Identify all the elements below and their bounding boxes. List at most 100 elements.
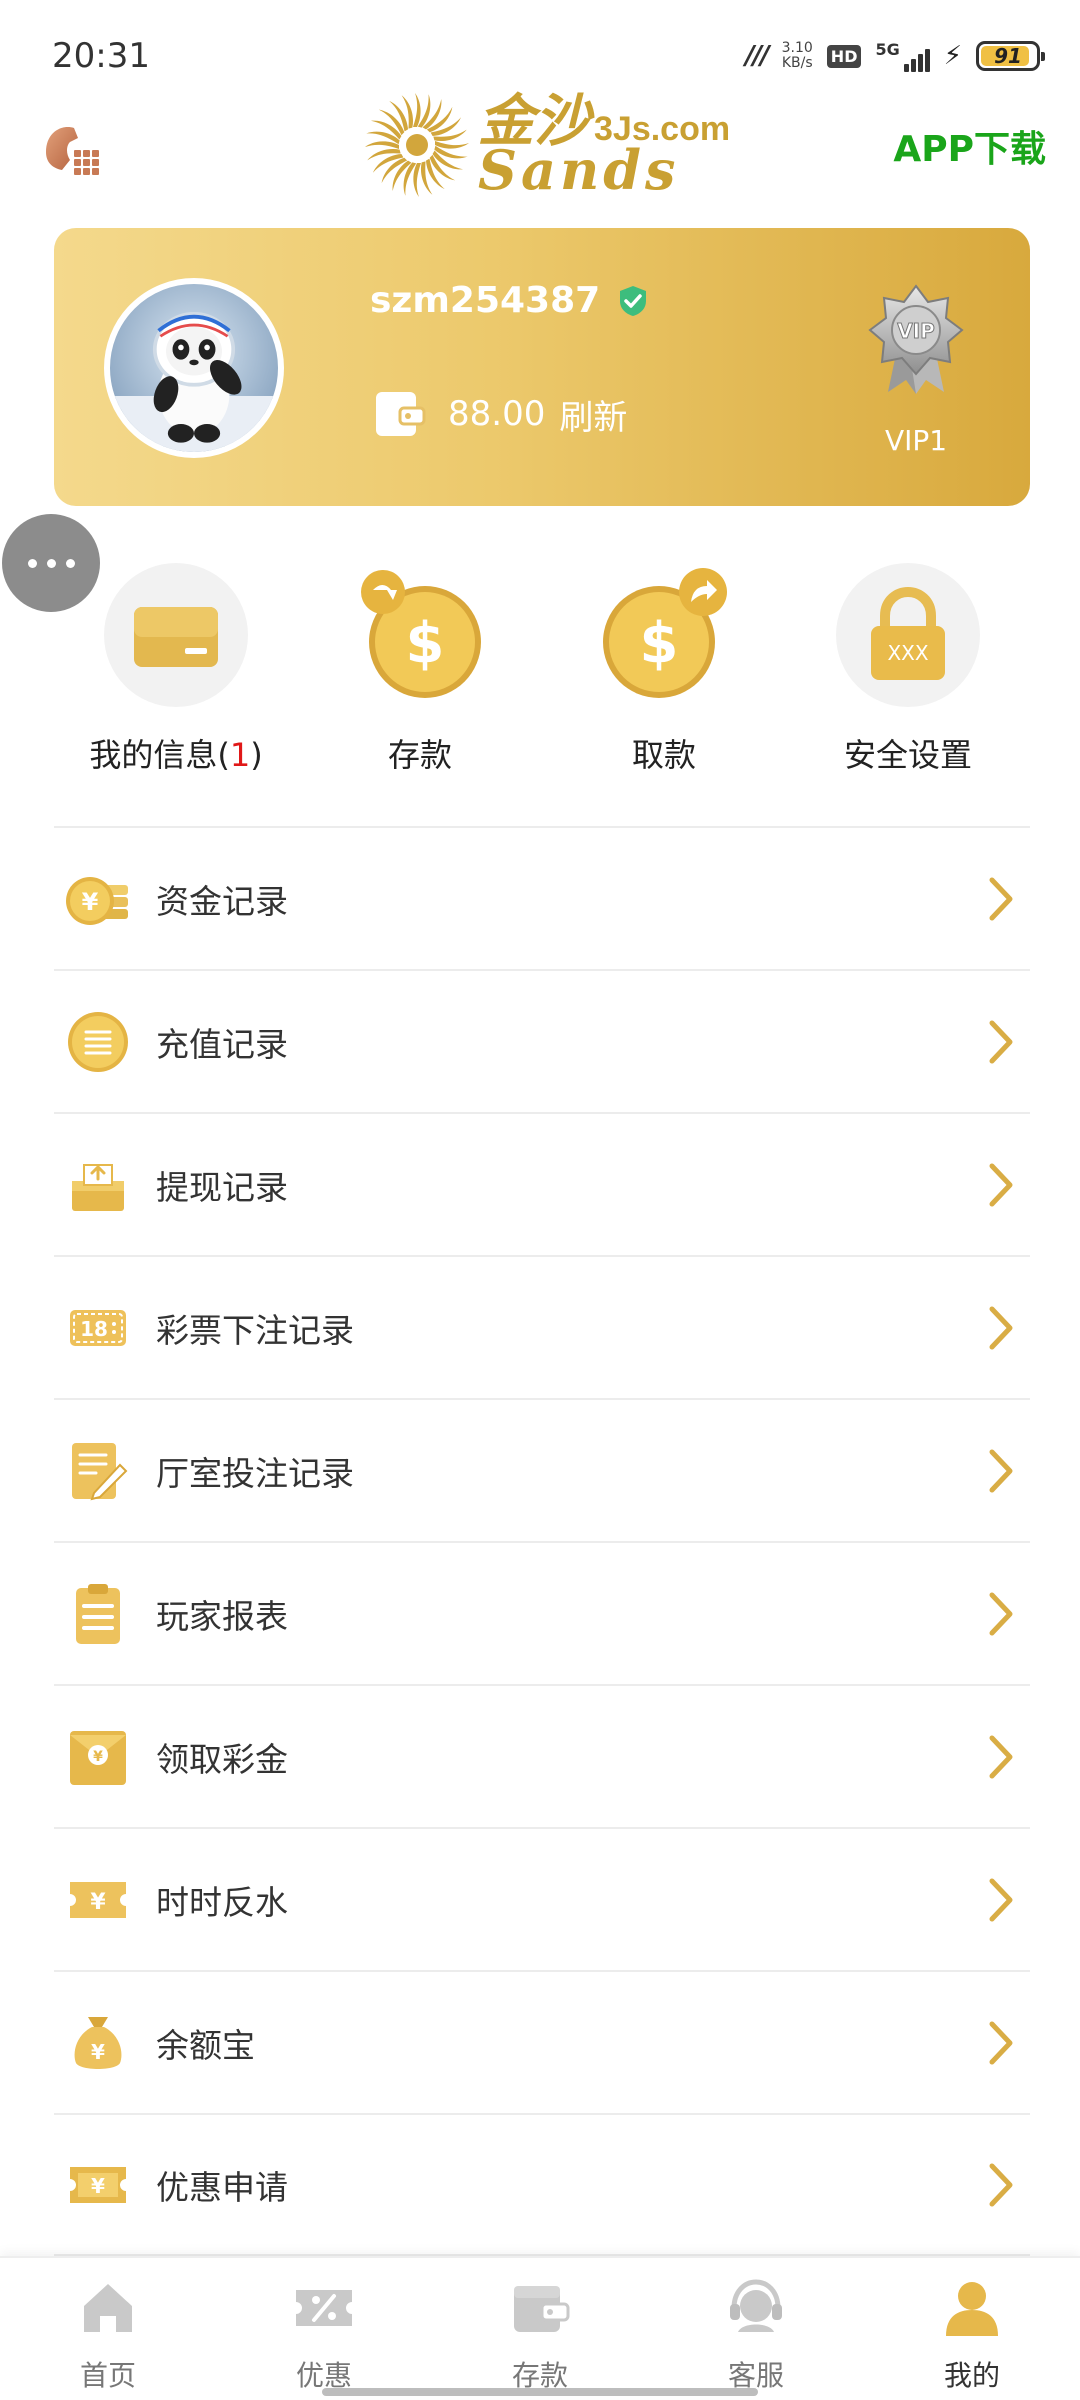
menu-item-label: 余额宝 (156, 2025, 255, 2065)
battery-icon: 91 (976, 41, 1045, 71)
wallet-icon (376, 392, 426, 436)
note-pen-icon (64, 1437, 132, 1505)
chevron-right-icon (989, 1163, 1013, 1206)
coupon-icon: ¥ (64, 2151, 132, 2219)
chevron-right-icon (989, 877, 1013, 920)
deposit-coin-icon: $ (345, 560, 495, 710)
nav-my-account[interactable]: 我的 (864, 2258, 1080, 2400)
battery-level: 91 (994, 44, 1022, 68)
menu-item-withdraw-records[interactable]: 提现记录 (54, 1112, 1030, 1255)
quick-actions: 我的信息(1) $ 存款 $ 取款 XXX 安全设置 (54, 560, 1030, 790)
username: szm254387 (370, 280, 601, 321)
menu-item-label: 领取彩金 (156, 1739, 288, 1779)
vip-badge-icon[interactable]: VIP (866, 284, 966, 394)
nav-label: 我的 (943, 2359, 1000, 2392)
verified-shield-icon (620, 285, 647, 316)
yen-coins-icon: ¥ (64, 865, 132, 933)
quick-action-label: 存款 (387, 736, 452, 774)
menu-item-label: 充值记录 (156, 1024, 288, 1064)
charging-icon: ⚡ (943, 41, 962, 71)
nav-deposit[interactable]: 存款 (432, 2258, 648, 2400)
chevron-right-icon (989, 1592, 1013, 1635)
refresh-button[interactable]: 刷新 (559, 390, 627, 439)
dot-icon (27, 558, 37, 568)
menu-item-claim-bonus[interactable]: ¥ 领取彩金 (54, 1684, 1030, 1827)
menu-item-fund-records[interactable]: ¥ 资金记录 (54, 826, 1030, 969)
svg-text:$: $ (406, 611, 445, 676)
chevron-right-icon (989, 2163, 1013, 2206)
nav-home[interactable]: 首页 (0, 2258, 216, 2400)
quick-action-label: 我的信息(1) (89, 736, 263, 774)
signal-icon: 5G (875, 40, 930, 72)
lock-icon: XXX (833, 560, 983, 710)
hd-icon: HD (826, 44, 862, 68)
cash-out-icon (64, 1151, 132, 1219)
phone-icon[interactable] (40, 118, 102, 180)
withdraw-coin-icon: $ (589, 560, 739, 710)
nav-promotions[interactable]: 优惠 (216, 2258, 432, 2400)
quick-action-withdraw[interactable]: $ 取款 (542, 560, 786, 790)
quick-action-label: 安全设置 (843, 736, 972, 774)
svg-text:¥: ¥ (91, 2174, 105, 2198)
bottom-nav: 首页 优惠 存款 客服 我的 (0, 2256, 1080, 2400)
nav-customer-service[interactable]: 客服 (648, 2258, 864, 2400)
sun-logo-icon (365, 93, 469, 197)
menu-item-label: 玩家报表 (156, 1596, 288, 1636)
discount-ticket-icon (296, 2290, 352, 2326)
svg-text:¥: ¥ (91, 2040, 105, 2064)
menu-item-hall-bet-records[interactable]: 厅室投注记录 (54, 1398, 1030, 1541)
unread-badge: 1 (229, 736, 251, 774)
svg-text:¥: ¥ (93, 1749, 103, 1765)
status-time: 20:31 (52, 36, 150, 76)
speed-unit: KB/s (781, 55, 813, 71)
menu-list: ¥ 资金记录 充值记录 提现记录 18 彩票下注记录 厅室投注记录 玩家报表 ¥… (54, 826, 1030, 2256)
svg-text:VIP: VIP (897, 319, 935, 343)
speed-value: 3.10 (781, 40, 813, 56)
chevron-right-icon (989, 1306, 1013, 1349)
list-coin-icon (64, 1008, 132, 1076)
money-bag-icon: ¥ (64, 2009, 132, 2077)
svg-text:$: $ (640, 611, 679, 676)
menu-item-label: 厅室投注记录 (156, 1453, 354, 1493)
wallet-icon (514, 2286, 570, 2332)
menu-item-label: 彩票下注记录 (156, 1310, 354, 1350)
brand-logo: 金沙 3Js.com Sands (362, 90, 742, 200)
svg-text:18: 18 (80, 1317, 108, 1341)
chevron-right-icon (989, 2021, 1013, 2064)
menu-item-balance-treasure[interactable]: ¥ 余额宝 (54, 1970, 1030, 2113)
chevron-right-icon (989, 1735, 1013, 1778)
menu-item-lottery-records[interactable]: 18 彩票下注记录 (54, 1255, 1030, 1398)
logo-english: Sands (478, 138, 680, 202)
red-envelope-icon: ¥ (64, 1723, 132, 1791)
avatar[interactable] (104, 278, 284, 458)
status-icons: /// 3.10 KB/s HD 5G ⚡ 91 (745, 34, 1045, 78)
app-download-link[interactable]: APP下载 (893, 120, 1046, 172)
home-indicator[interactable] (322, 2388, 758, 2396)
svg-text:¥: ¥ (90, 1890, 106, 1915)
menu-item-label: 时时反水 (156, 1882, 288, 1922)
quick-action-deposit[interactable]: $ 存款 (298, 560, 542, 790)
carrier-indicator-icon: /// (745, 41, 769, 71)
menu-item-promo-application[interactable]: ¥ 优惠申请 (54, 2113, 1030, 2256)
quick-action-my-info[interactable]: 我的信息(1) (54, 560, 298, 790)
menu-item-label: 优惠申请 (156, 2167, 288, 2207)
svg-text:XXX: XXX (887, 641, 928, 665)
menu-item-instant-rebate[interactable]: ¥ 时时反水 (54, 1827, 1030, 1970)
headset-icon (730, 2279, 782, 2332)
menu-item-recharge-records[interactable]: 充值记录 (54, 969, 1030, 1112)
menu-item-player-report[interactable]: 玩家报表 (54, 1541, 1030, 1684)
person-icon (946, 2282, 998, 2336)
clipboard-report-icon (64, 1580, 132, 1648)
lottery-18-icon: 18 (64, 1294, 132, 1362)
menu-item-label: 提现记录 (156, 1167, 288, 1207)
network-speed: 3.10 KB/s (782, 41, 813, 71)
quick-action-security[interactable]: XXX 安全设置 (786, 560, 1030, 790)
chevron-right-icon (989, 1449, 1013, 1492)
card-icon (101, 560, 251, 710)
vip-level: VIP1 (884, 424, 948, 457)
svg-text:¥: ¥ (82, 888, 99, 916)
home-icon (84, 2284, 132, 2332)
menu-item-label: 资金记录 (156, 881, 288, 921)
nav-label: 首页 (79, 2359, 136, 2392)
network-type: 5G (875, 40, 900, 59)
